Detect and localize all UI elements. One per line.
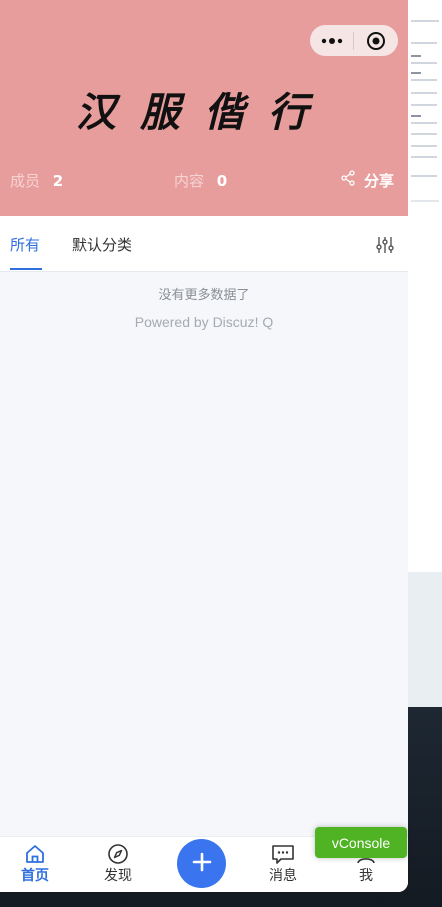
content-stat: 内容 0 bbox=[174, 170, 227, 191]
new-post-button[interactable] bbox=[177, 839, 226, 888]
share-label: 分享 bbox=[363, 171, 394, 190]
home-icon bbox=[5, 843, 65, 865]
vconsole-button[interactable]: vConsole bbox=[315, 827, 407, 858]
site-header: 汉服偕行 成员 2 内容 0 分享 bbox=[0, 0, 408, 216]
share-button[interactable]: 分享 bbox=[340, 170, 394, 191]
plus-icon bbox=[191, 851, 213, 877]
tab-default-category[interactable]: 默认分类 bbox=[72, 234, 132, 255]
content-label: 内容 bbox=[174, 171, 205, 190]
filter-icon[interactable] bbox=[374, 234, 396, 256]
background-document-preview bbox=[406, 0, 442, 572]
more-dots-icon[interactable] bbox=[310, 25, 353, 56]
category-tabs: 所有 默认分类 bbox=[0, 216, 408, 272]
site-title: 汉服偕行 bbox=[76, 89, 332, 136]
members-value: 2 bbox=[52, 171, 64, 190]
compass-icon bbox=[88, 843, 148, 865]
powered-by-text: Powered by Discuz! Q bbox=[134, 314, 274, 330]
active-tab-indicator bbox=[10, 268, 42, 270]
share-icon bbox=[340, 170, 356, 190]
tabbar-label: 发现 bbox=[104, 868, 132, 884]
content-value: 0 bbox=[216, 171, 228, 190]
tabbar-label: 首页 bbox=[21, 868, 49, 884]
target-close-icon[interactable] bbox=[354, 25, 398, 56]
tabbar-item-discover[interactable]: 发现 bbox=[88, 843, 148, 885]
tab-all[interactable]: 所有 bbox=[10, 234, 40, 255]
site-stats: 成员 2 内容 0 分享 bbox=[10, 168, 394, 192]
members-stat: 成员 2 bbox=[10, 170, 63, 191]
background-panel bbox=[406, 572, 442, 707]
capsule-menu bbox=[310, 25, 398, 56]
tabbar-item-home[interactable]: 首页 bbox=[5, 843, 65, 885]
members-label: 成员 bbox=[10, 171, 41, 190]
mini-program-page: 汉服偕行 成员 2 内容 0 分享 所有 默认分类 没有更多数据了 Powere… bbox=[0, 0, 408, 892]
tabbar-label: 我 bbox=[359, 868, 373, 884]
tabbar-label: 消息 bbox=[269, 868, 297, 884]
empty-feed-text: 没有更多数据了 bbox=[158, 288, 250, 303]
message-icon bbox=[253, 843, 313, 865]
tabbar-item-messages[interactable]: 消息 bbox=[253, 843, 313, 885]
